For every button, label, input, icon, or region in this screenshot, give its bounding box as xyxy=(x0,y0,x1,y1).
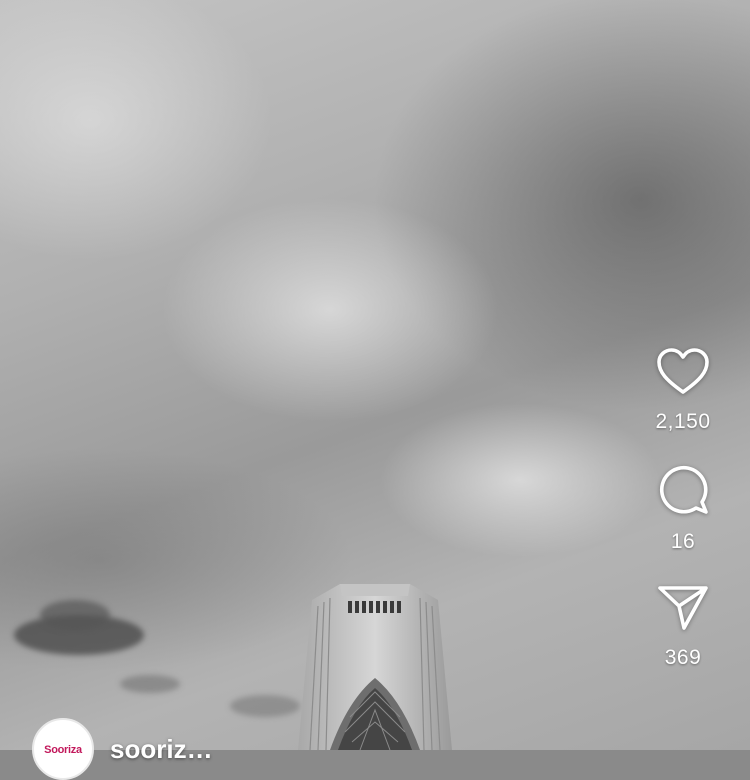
like-count: 2,150 xyxy=(655,410,711,433)
azadi-tower-image xyxy=(290,582,460,750)
cloud xyxy=(120,675,180,693)
comment-bubble-icon xyxy=(660,466,708,514)
comment-button[interactable]: 16 xyxy=(656,462,710,554)
comment-count: 16 xyxy=(670,530,696,553)
avatar-logo-text: Sooriza xyxy=(44,744,82,756)
share-count: 369 xyxy=(664,646,702,669)
share-button[interactable]: 369 xyxy=(657,584,709,670)
cloud xyxy=(40,600,110,630)
like-button[interactable]: 2,150 xyxy=(655,348,710,434)
reel-action-bar: 2,150 16 369 xyxy=(638,348,728,670)
profile-bar: Sooriza sooriz… xyxy=(32,718,213,780)
avatar[interactable]: Sooriza xyxy=(32,718,94,780)
heart-icon xyxy=(657,348,709,394)
send-icon xyxy=(658,586,708,630)
